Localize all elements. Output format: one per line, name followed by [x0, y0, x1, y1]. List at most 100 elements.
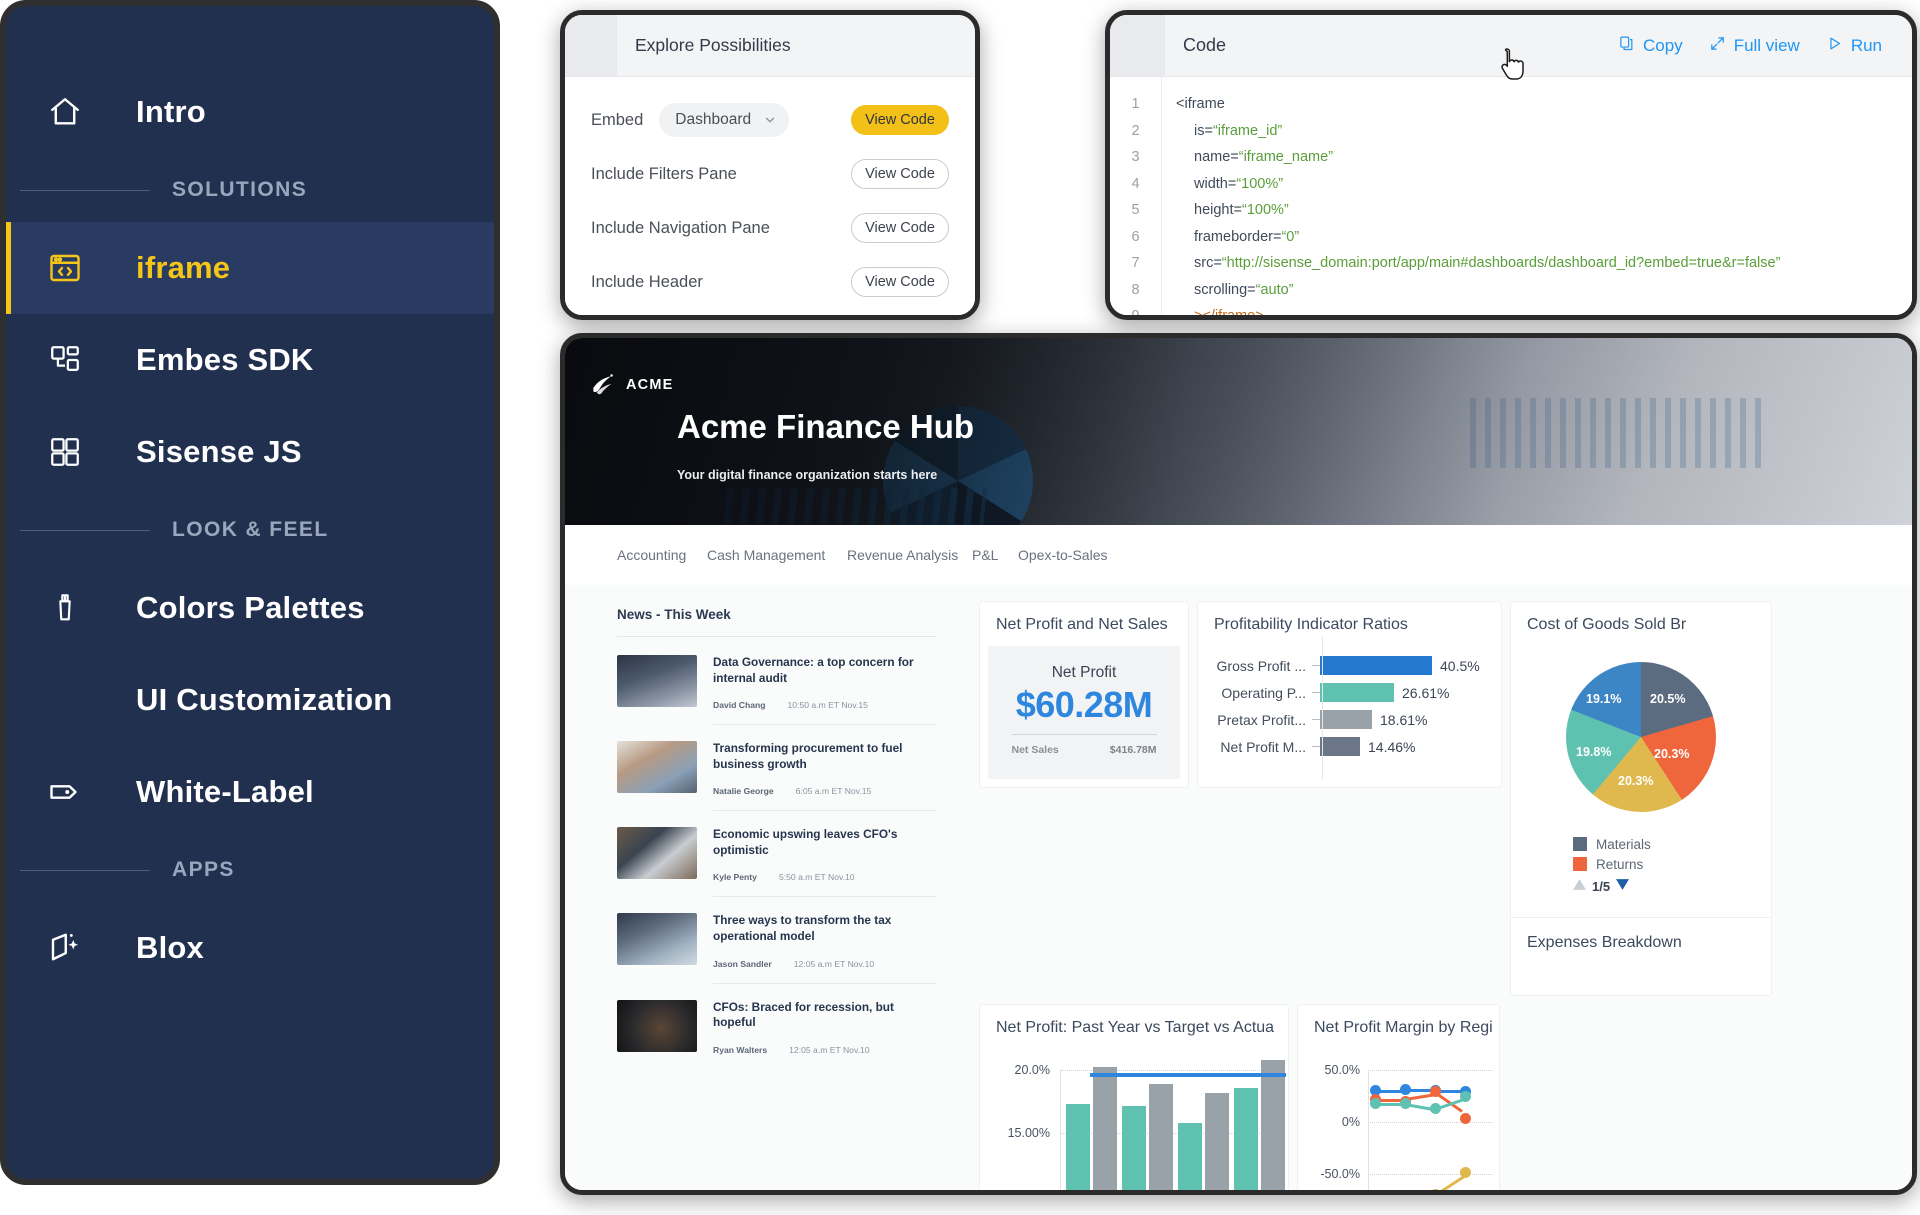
net-profit-kpi-widget: Net Profit and Net Sales Net Profit $60.…	[979, 601, 1189, 788]
news-title: Economic upswing leaves CFO's optimistic	[713, 827, 898, 857]
code-editor[interactable]: <iframe is=“iframe_id” name=“iframe_name…	[1162, 77, 1912, 315]
dashboard-nav-accounting[interactable]: Accounting	[617, 547, 707, 563]
legend-pager[interactable]: 1/5	[1573, 877, 1771, 895]
view-code-button[interactable]: View Code	[851, 213, 949, 243]
view-code-button[interactable]: View Code	[851, 105, 949, 135]
divider	[713, 724, 937, 726]
view-code-button[interactable]: View Code	[851, 159, 949, 189]
ratio-row: Gross Profit ... 40.5%	[1208, 652, 1489, 679]
expenses-breakdown-title: Expenses Breakdown	[1511, 917, 1771, 952]
home-icon	[36, 95, 94, 129]
pager-prev-icon[interactable]	[1573, 877, 1586, 895]
news-time: 12:05 a.m ET Nov.10	[793, 958, 875, 969]
axis-tick	[1312, 692, 1320, 693]
code-line: frameborder=“0”	[1194, 228, 1300, 245]
profitability-ratios-widget: Profitability Indicator Ratios Gross Pro…	[1197, 601, 1502, 788]
dashboard-hero: ACME Acme Finance Hub Your digital finan…	[565, 338, 1912, 525]
donut-slice-label: 19.1%	[1586, 692, 1622, 706]
news-thumbnail	[617, 827, 697, 880]
line-point	[1430, 1189, 1441, 1190]
sidebar-item-sisense-js[interactable]: Sisense JS	[6, 406, 494, 498]
news-item[interactable]: Three ways to transform the tax operatio…	[617, 913, 937, 982]
copy-icon	[1618, 35, 1635, 57]
donut-slice-label: 19.8%	[1576, 745, 1612, 759]
sidebar-item-blox[interactable]: Blox	[6, 902, 494, 994]
sidebar-item-iframe[interactable]: iframe	[6, 222, 494, 314]
ratio-bar	[1320, 710, 1372, 729]
embed-type-value: Dashboard	[675, 111, 752, 128]
ratio-label: Pretax Profit...	[1217, 711, 1306, 728]
bar-actual	[1149, 1084, 1173, 1190]
gridline	[1368, 1174, 1493, 1175]
legend-item[interactable]: Returns	[1573, 854, 1771, 874]
copy-button[interactable]: Copy	[1618, 35, 1683, 57]
line-point	[1400, 1084, 1411, 1095]
code-body: 1 2 3 4 5 6 7 8 9 <iframe is=“iframe_id”…	[1110, 77, 1912, 315]
news-item[interactable]: CFOs: Braced for recession, but hopeful …	[617, 999, 937, 1069]
legend-item[interactable]: Materials	[1573, 834, 1771, 854]
line-number: 6	[1131, 228, 1140, 245]
expand-icon	[1709, 35, 1726, 57]
explore-header: Explore Possibilities	[565, 15, 975, 77]
dashboard-nav-revenue-analysis[interactable]: Revenue Analysis	[847, 547, 972, 563]
embedded-dashboard: ACME Acme Finance Hub Your digital finan…	[560, 333, 1917, 1195]
bar-actual	[1205, 1093, 1229, 1190]
line-point	[1460, 1167, 1471, 1178]
code-line: width=“100%”	[1194, 175, 1284, 192]
net-profit-margin-region-widget: Net Profit Margin by Regi 50.0% 0% -50.0…	[1297, 1004, 1500, 1190]
sidebar-item-ui-customization[interactable]: UI Customization	[6, 654, 494, 746]
header-tab-marker	[565, 15, 617, 76]
gridline	[1368, 1070, 1493, 1071]
sidebar-section-label: SOLUTIONS	[172, 178, 308, 201]
sidebar-item-label: Sisense JS	[136, 434, 302, 469]
widgets-row-bottom: Net Profit: Past Year vs Target vs Actua…	[979, 996, 1890, 1190]
pager-label: 1/5	[1592, 878, 1611, 894]
news-author: David Chang	[713, 700, 766, 711]
run-button[interactable]: Run	[1826, 35, 1882, 57]
widget-title: Net Profit: Past Year vs Target vs Actua	[996, 1019, 1275, 1036]
sidebar-item-colors-palettes[interactable]: Colors Palettes	[6, 562, 494, 654]
acme-logo-text: ACME	[626, 376, 674, 393]
embed-type-select[interactable]: Dashboard	[659, 103, 790, 137]
line-number-gutter: 1 2 3 4 5 6 7 8 9	[1110, 77, 1162, 315]
line-segment	[1434, 1174, 1467, 1190]
play-icon	[1826, 35, 1843, 57]
news-item[interactable]: Transforming procurement to fuel busines…	[617, 741, 937, 810]
code-line: src=“http://sisense_domain:port/app/main…	[1194, 255, 1781, 271]
news-item[interactable]: Data Governance: a top concern for inter…	[617, 655, 937, 724]
news-time: 6:05 a.m ET Nov.15	[795, 786, 872, 797]
row-label: Include Navigation Pane	[591, 218, 770, 237]
kpi-sub-label: Net Sales	[1011, 743, 1059, 756]
line-point	[1430, 1086, 1441, 1097]
sidebar-item-embed-sdk[interactable]: Embes SDK	[6, 314, 494, 406]
full-view-button[interactable]: Full view	[1709, 35, 1800, 57]
divider	[20, 869, 150, 871]
ratio-row: Net Profit M... 14.46%	[1208, 733, 1489, 760]
row-label: Embed	[591, 110, 644, 129]
bar-chart-plot: 20.0% 15.00% 10.0%	[980, 1045, 1288, 1190]
dashboard-nav-cash-management[interactable]: Cash Management	[707, 547, 847, 563]
dashboard-nav-opex-to-sales[interactable]: Opex-to-Sales	[1018, 547, 1107, 563]
sidebar-item-intro[interactable]: Intro	[6, 66, 494, 158]
kpi-sub-value: $416.78M	[1109, 743, 1157, 756]
ratio-label: Gross Profit ...	[1216, 657, 1306, 674]
widget-title: Profitability Indicator Ratios	[1214, 616, 1408, 633]
learn-more-link[interactable]: Learn More	[591, 319, 949, 320]
news-widget: News - This Week Data Governance: a top …	[565, 585, 965, 1190]
dashboard-nav-pl[interactable]: P&L	[972, 547, 1018, 563]
ratio-value: 18.61%	[1380, 711, 1428, 728]
pager-next-icon[interactable]	[1616, 877, 1630, 895]
y-axis-line	[1368, 1070, 1369, 1190]
line-number: 5	[1131, 202, 1140, 218]
bar-actual	[1093, 1067, 1117, 1190]
legend-label: Returns	[1596, 856, 1644, 872]
kpi-value: $60.28M	[1015, 683, 1153, 725]
line-number: 7	[1131, 255, 1140, 271]
gridline	[1368, 1122, 1493, 1123]
ratio-bar	[1320, 737, 1360, 756]
sidebar-item-white-label[interactable]: White-Label	[6, 746, 494, 838]
y-axis-tick: 20.0%	[1014, 1063, 1050, 1077]
sidebar-section-label: LOOK & FEEL	[172, 518, 329, 541]
news-item[interactable]: Economic upswing leaves CFO's optimistic…	[617, 827, 937, 896]
view-code-button[interactable]: View Code	[851, 267, 949, 297]
